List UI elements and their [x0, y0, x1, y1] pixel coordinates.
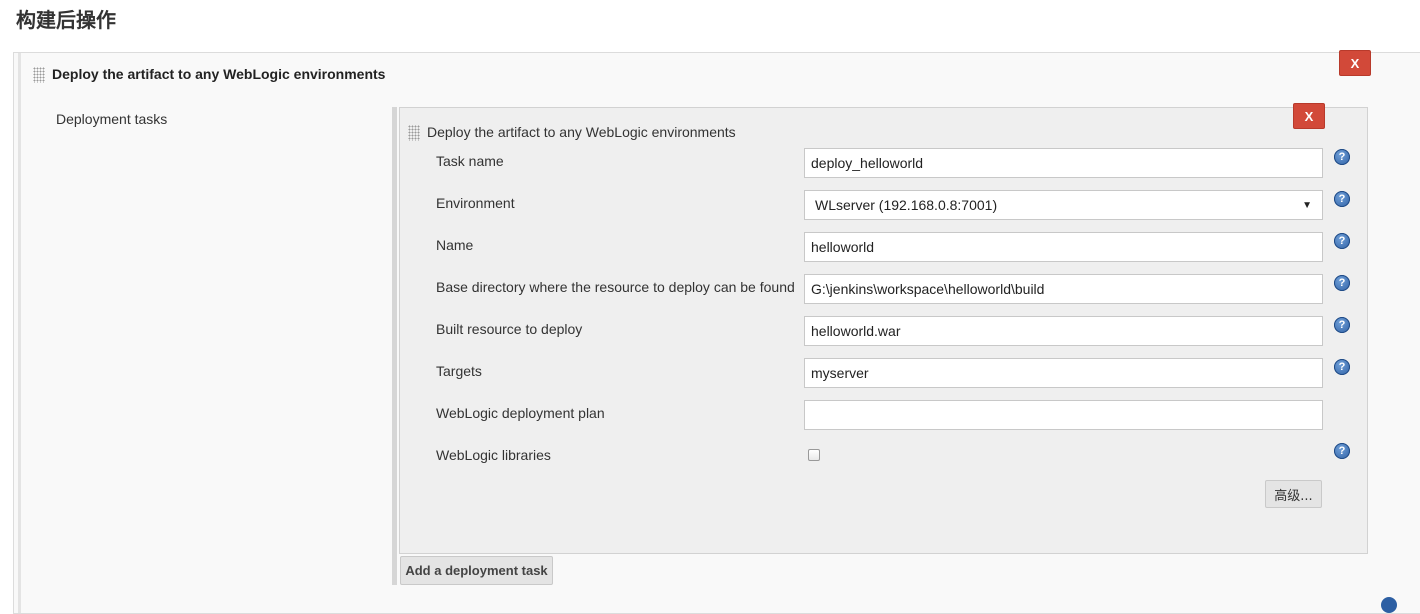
- task-title: Deploy the artifact to any WebLogic envi…: [427, 124, 736, 140]
- built-resource-label: Built resource to deploy: [436, 321, 583, 337]
- deployment-plan-label: WebLogic deployment plan: [436, 405, 605, 421]
- deployment-tasks-label: Deployment tasks: [56, 111, 168, 127]
- help-icon[interactable]: ?: [1334, 443, 1350, 459]
- help-icon[interactable]: ?: [1334, 359, 1350, 375]
- build-step-title: Deploy the artifact to any WebLogic envi…: [52, 66, 386, 82]
- page-title: 构建后操作: [16, 8, 116, 32]
- help-icon[interactable]: ?: [1334, 149, 1350, 165]
- deployment-plan-input[interactable]: [804, 400, 1323, 430]
- delete-step-button[interactable]: X: [1339, 50, 1371, 76]
- panel-border: [18, 53, 21, 613]
- task-name-input[interactable]: [804, 148, 1323, 178]
- environment-select[interactable]: WLserver (192.168.0.8:7001) ▼: [804, 190, 1323, 220]
- libraries-label: WebLogic libraries: [436, 447, 551, 463]
- help-icon[interactable]: ?: [1334, 275, 1350, 291]
- task-name-label: Task name: [436, 153, 504, 169]
- built-resource-input[interactable]: [804, 316, 1323, 346]
- chevron-down-icon: ▼: [1302, 199, 1312, 211]
- environment-label: Environment: [436, 195, 515, 211]
- delete-task-button[interactable]: X: [1293, 103, 1325, 129]
- help-icon[interactable]: ?: [1334, 191, 1350, 207]
- libraries-checkbox[interactable]: [808, 449, 820, 461]
- targets-input[interactable]: [804, 358, 1323, 388]
- base-directory-input[interactable]: [804, 274, 1323, 304]
- drag-handle-icon[interactable]: [33, 67, 45, 83]
- help-icon[interactable]: ?: [1334, 233, 1350, 249]
- help-icon[interactable]: ?: [1334, 317, 1350, 333]
- help-icon[interactable]: [1381, 597, 1397, 613]
- environment-selected-value: WLserver (192.168.0.8:7001): [815, 197, 998, 213]
- drag-handle-icon[interactable]: [408, 125, 420, 141]
- add-deployment-task-button[interactable]: Add a deployment task: [400, 556, 553, 585]
- task-list-border: [392, 107, 397, 585]
- targets-label: Targets: [436, 363, 482, 379]
- name-input[interactable]: [804, 232, 1323, 262]
- base-directory-label: Base directory where the resource to dep…: [436, 279, 795, 295]
- advanced-button[interactable]: 高级...: [1265, 480, 1322, 508]
- name-label: Name: [436, 237, 474, 253]
